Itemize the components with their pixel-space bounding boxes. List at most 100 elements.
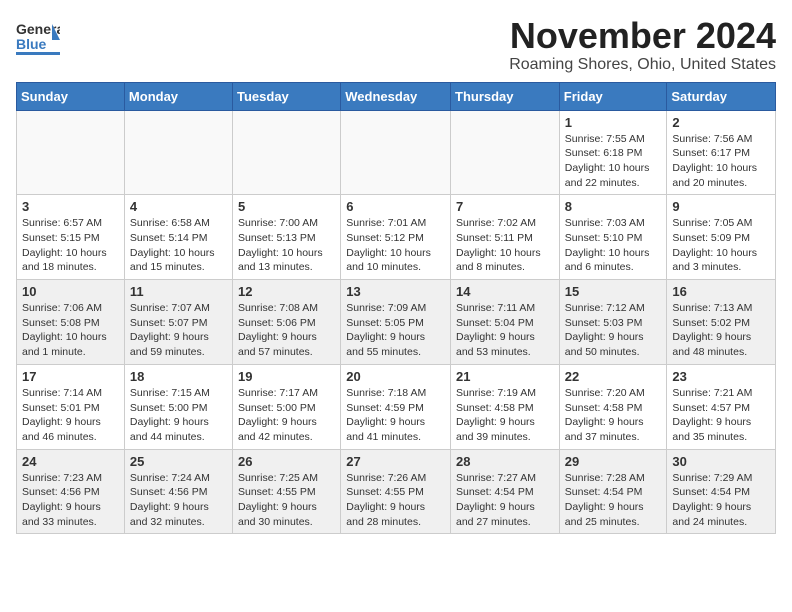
- day-number: 3: [22, 199, 119, 214]
- day-number: 28: [456, 454, 554, 469]
- day-info: Sunrise: 7:13 AM Sunset: 5:02 PM Dayligh…: [672, 301, 770, 360]
- calendar-cell: 30 Sunrise: 7:29 AM Sunset: 4:54 PM Dayli…: [667, 449, 776, 534]
- calendar-cell: [341, 110, 451, 195]
- day-number: 9: [672, 199, 770, 214]
- calendar-cell: [17, 110, 125, 195]
- week-row-2: 3 Sunrise: 6:57 AM Sunset: 5:15 PM Daylig…: [17, 195, 776, 280]
- calendar-cell: 21 Sunrise: 7:19 AM Sunset: 4:58 PM Dayli…: [451, 364, 560, 449]
- week-row-3: 10 Sunrise: 7:06 AM Sunset: 5:08 PM Dayli…: [17, 280, 776, 365]
- day-info: Sunrise: 7:55 AM Sunset: 6:18 PM Dayligh…: [565, 132, 662, 191]
- day-info: Sunrise: 6:57 AM Sunset: 5:15 PM Dayligh…: [22, 216, 119, 275]
- calendar-cell: 26Sunrise: 7:25 AM Sunset: 4:55 PM Dayli…: [233, 449, 341, 534]
- day-number: 10: [22, 284, 119, 299]
- day-number: 18: [130, 369, 227, 384]
- weekday-header-friday: Friday: [559, 82, 667, 110]
- day-info: Sunrise: 6:58 AM Sunset: 5:14 PM Dayligh…: [130, 216, 227, 275]
- calendar-cell: [233, 110, 341, 195]
- weekday-header-sunday: Sunday: [17, 82, 125, 110]
- day-number: 19: [238, 369, 335, 384]
- calendar-cell: 7Sunrise: 7:02 AM Sunset: 5:11 PM Daylig…: [451, 195, 560, 280]
- weekday-header-tuesday: Tuesday: [233, 82, 341, 110]
- day-info: Sunrise: 7:19 AM Sunset: 4:58 PM Dayligh…: [456, 386, 554, 445]
- day-info: Sunrise: 7:06 AM Sunset: 5:08 PM Dayligh…: [22, 301, 119, 360]
- calendar-cell: 5 Sunrise: 7:00 AM Sunset: 5:13 PM Daylig…: [233, 195, 341, 280]
- calendar-cell: 17 Sunrise: 7:14 AM Sunset: 5:01 PM Dayli…: [17, 364, 125, 449]
- calendar-cell: 12 Sunrise: 7:08 AM Sunset: 5:06 PM Dayli…: [233, 280, 341, 365]
- day-number: 6: [346, 199, 445, 214]
- day-info: Sunrise: 7:07 AM Sunset: 5:07 PM Dayligh…: [130, 301, 227, 360]
- day-info: Sunrise: 7:09 AM Sunset: 5:05 PM Dayligh…: [346, 301, 445, 360]
- calendar-cell: 20 Sunrise: 7:18 AM Sunset: 4:59 PM Dayli…: [341, 364, 451, 449]
- day-number: 17: [22, 369, 119, 384]
- calendar-cell: 25 Sunrise: 7:24 AM Sunset: 4:56 PM Dayli…: [124, 449, 232, 534]
- day-number: 30: [672, 454, 770, 469]
- day-info: Sunrise: 7:11 AM Sunset: 5:04 PM Dayligh…: [456, 301, 554, 360]
- weekday-header-monday: Monday: [124, 82, 232, 110]
- day-info: Sunrise: 7:28 AM Sunset: 4:54 PM Dayligh…: [565, 471, 662, 530]
- calendar-cell: 13 Sunrise: 7:09 AM Sunset: 5:05 PM Dayli…: [341, 280, 451, 365]
- weekday-header-thursday: Thursday: [451, 82, 560, 110]
- day-number: 29: [565, 454, 662, 469]
- day-info: Sunrise: 7:01 AM Sunset: 5:12 PM Dayligh…: [346, 216, 445, 275]
- calendar-cell: 2 Sunrise: 7:56 AM Sunset: 6:17 PM Daylig…: [667, 110, 776, 195]
- day-info: Sunrise: 7:26 AM Sunset: 4:55 PM Dayligh…: [346, 471, 445, 530]
- day-number: 20: [346, 369, 445, 384]
- day-number: 24: [22, 454, 119, 469]
- calendar-table: SundayMondayTuesdayWednesdayThursdayFrid…: [16, 82, 776, 535]
- calendar-cell: [451, 110, 560, 195]
- day-info: Sunrise: 7:14 AM Sunset: 5:01 PM Dayligh…: [22, 386, 119, 445]
- page-header: General Blue November 2024 Roaming Shore…: [16, 16, 776, 74]
- day-number: 26: [238, 454, 335, 469]
- calendar-cell: 28 Sunrise: 7:27 AM Sunset: 4:54 PM Dayli…: [451, 449, 560, 534]
- day-number: 22: [565, 369, 662, 384]
- day-number: 23: [672, 369, 770, 384]
- day-number: 14: [456, 284, 554, 299]
- svg-text:Blue: Blue: [16, 36, 47, 52]
- day-info: Sunrise: 7:21 AM Sunset: 4:57 PM Dayligh…: [672, 386, 770, 445]
- calendar-cell: 6 Sunrise: 7:01 AM Sunset: 5:12 PM Daylig…: [341, 195, 451, 280]
- day-number: 25: [130, 454, 227, 469]
- week-row-5: 24 Sunrise: 7:23 AM Sunset: 4:56 PM Dayli…: [17, 449, 776, 534]
- day-info: Sunrise: 7:23 AM Sunset: 4:56 PM Dayligh…: [22, 471, 119, 530]
- day-number: 8: [565, 199, 662, 214]
- calendar-cell: 8 Sunrise: 7:03 AM Sunset: 5:10 PM Daylig…: [559, 195, 667, 280]
- day-info: Sunrise: 7:24 AM Sunset: 4:56 PM Dayligh…: [130, 471, 227, 530]
- day-info: Sunrise: 7:56 AM Sunset: 6:17 PM Dayligh…: [672, 132, 770, 191]
- day-info: Sunrise: 7:05 AM Sunset: 5:09 PM Dayligh…: [672, 216, 770, 275]
- logo: General Blue: [16, 16, 64, 60]
- day-info: Sunrise: 7:03 AM Sunset: 5:10 PM Dayligh…: [565, 216, 662, 275]
- day-number: 21: [456, 369, 554, 384]
- calendar-cell: 27 Sunrise: 7:26 AM Sunset: 4:55 PM Dayli…: [341, 449, 451, 534]
- day-info: Sunrise: 7:27 AM Sunset: 4:54 PM Dayligh…: [456, 471, 554, 530]
- day-info: Sunrise: 7:17 AM Sunset: 5:00 PM Dayligh…: [238, 386, 335, 445]
- day-number: 27: [346, 454, 445, 469]
- calendar-cell: 19 Sunrise: 7:17 AM Sunset: 5:00 PM Dayli…: [233, 364, 341, 449]
- day-info: Sunrise: 7:02 AM Sunset: 5:11 PM Dayligh…: [456, 216, 554, 275]
- weekday-header-wednesday: Wednesday: [341, 82, 451, 110]
- day-number: 4: [130, 199, 227, 214]
- calendar-cell: 14 Sunrise: 7:11 AM Sunset: 5:04 PM Dayli…: [451, 280, 560, 365]
- month-title: November 2024: [509, 16, 776, 56]
- calendar-cell: 9 Sunrise: 7:05 AM Sunset: 5:09 PM Daylig…: [667, 195, 776, 280]
- day-info: Sunrise: 7:29 AM Sunset: 4:54 PM Dayligh…: [672, 471, 770, 530]
- weekday-header-row: SundayMondayTuesdayWednesdayThursdayFrid…: [17, 82, 776, 110]
- calendar-cell: [124, 110, 232, 195]
- day-info: Sunrise: 7:20 AM Sunset: 4:58 PM Dayligh…: [565, 386, 662, 445]
- day-number: 12: [238, 284, 335, 299]
- day-info: Sunrise: 7:00 AM Sunset: 5:13 PM Dayligh…: [238, 216, 335, 275]
- day-info: Sunrise: 7:08 AM Sunset: 5:06 PM Dayligh…: [238, 301, 335, 360]
- calendar-cell: 24 Sunrise: 7:23 AM Sunset: 4:56 PM Dayli…: [17, 449, 125, 534]
- logo-icon: General Blue: [16, 16, 60, 60]
- day-number: 1: [565, 115, 662, 130]
- week-row-1: 1 Sunrise: 7:55 AM Sunset: 6:18 PM Daylig…: [17, 110, 776, 195]
- day-number: 2: [672, 115, 770, 130]
- day-number: 15: [565, 284, 662, 299]
- day-number: 16: [672, 284, 770, 299]
- calendar-cell: 4 Sunrise: 6:58 AM Sunset: 5:14 PM Daylig…: [124, 195, 232, 280]
- day-number: 11: [130, 284, 227, 299]
- calendar-cell: 3 Sunrise: 6:57 AM Sunset: 5:15 PM Daylig…: [17, 195, 125, 280]
- calendar-cell: 23 Sunrise: 7:21 AM Sunset: 4:57 PM Dayli…: [667, 364, 776, 449]
- day-number: 13: [346, 284, 445, 299]
- day-number: 5: [238, 199, 335, 214]
- day-info: Sunrise: 7:18 AM Sunset: 4:59 PM Dayligh…: [346, 386, 445, 445]
